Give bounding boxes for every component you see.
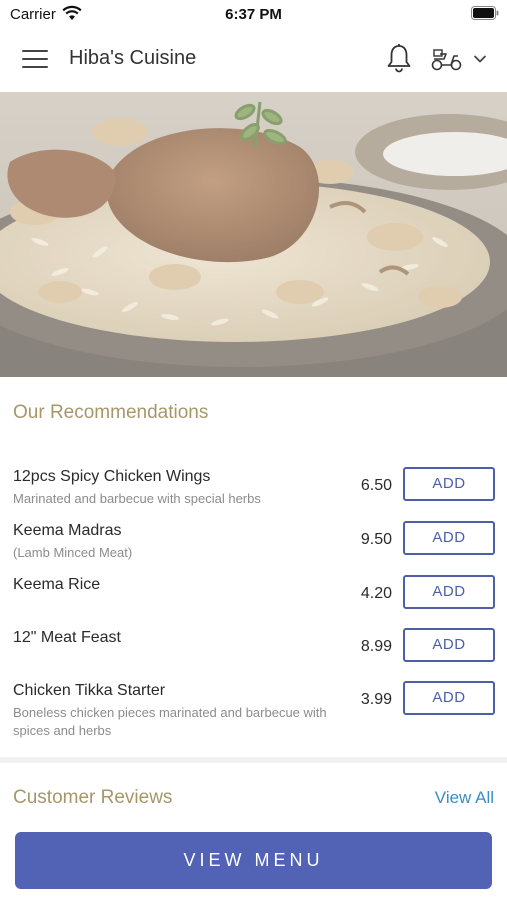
reviews-heading: Customer Reviews xyxy=(13,787,173,808)
item-price: 4.20 xyxy=(360,585,392,602)
status-bar: Carrier 6:37 PM xyxy=(0,0,507,28)
scooter-icon[interactable] xyxy=(430,46,464,72)
item-name: Keema Rice xyxy=(13,576,101,593)
add-button[interactable]: ADD xyxy=(403,521,495,555)
view-menu-button[interactable]: VIEW MENU xyxy=(15,832,492,889)
add-button[interactable]: ADD xyxy=(403,628,495,662)
item-price: 9.50 xyxy=(360,531,392,548)
status-time: 6:37 PM xyxy=(225,6,282,23)
section-divider xyxy=(0,757,507,763)
hero-food-image xyxy=(0,92,507,377)
item-name: 12pcs Spicy Chicken Wings xyxy=(13,468,211,485)
item-name: Chicken Tikka Starter xyxy=(13,682,166,699)
item-price: 3.99 xyxy=(360,691,392,708)
item-price: 6.50 xyxy=(360,477,392,494)
item-name: Keema Madras xyxy=(13,522,122,539)
item-description: Marinated and barbecue with special herb… xyxy=(13,491,261,506)
view-all-link[interactable]: View All xyxy=(435,788,494,808)
add-button[interactable]: ADD xyxy=(403,467,495,501)
bell-icon[interactable] xyxy=(386,43,412,73)
item-price: 8.99 xyxy=(360,638,392,655)
nav-bar: Hiba's Cuisine xyxy=(0,28,507,92)
item-name: 12" Meat Feast xyxy=(13,629,121,646)
chevron-down-icon[interactable] xyxy=(473,54,487,64)
item-description: Boneless chicken pieces marinated and ba… xyxy=(13,705,327,738)
hamburger-menu-icon[interactable] xyxy=(22,50,48,70)
battery-icon xyxy=(471,6,499,20)
restaurant-title: Hiba's Cuisine xyxy=(69,47,197,69)
add-button[interactable]: ADD xyxy=(403,681,495,715)
recommendations-heading: Our Recommendations xyxy=(13,402,209,423)
biryani-dish-photo xyxy=(0,92,507,377)
item-description: (Lamb Minced Meat) xyxy=(13,545,133,560)
add-button[interactable]: ADD xyxy=(403,575,495,609)
